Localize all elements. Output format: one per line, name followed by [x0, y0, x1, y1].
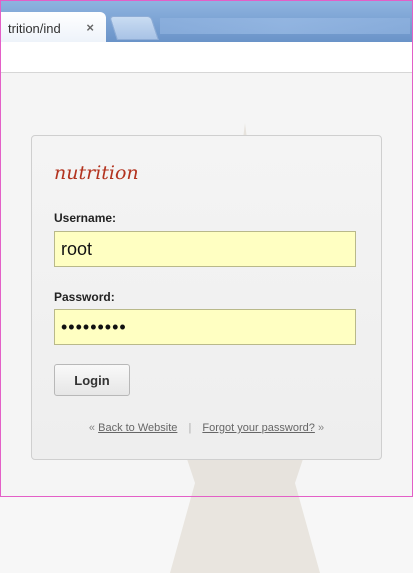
window-frame: [0, 0, 413, 497]
